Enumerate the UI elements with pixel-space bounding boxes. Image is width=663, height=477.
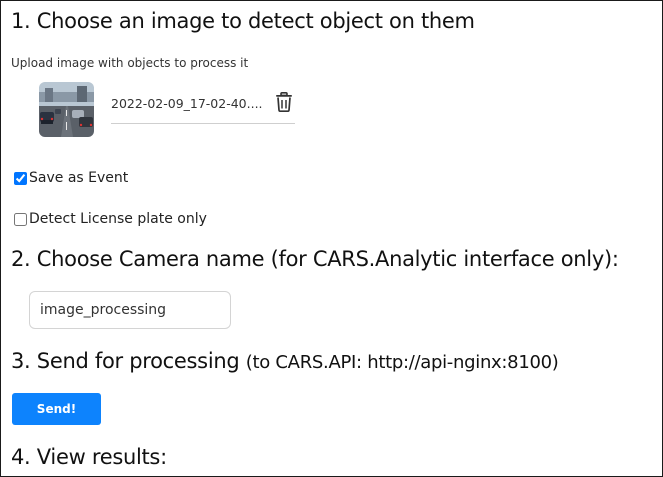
save-as-event-checkbox[interactable] bbox=[14, 171, 27, 185]
license-plate-only-option[interactable]: Detect License plate only bbox=[13, 211, 207, 227]
save-as-event-option[interactable]: Save as Event bbox=[13, 170, 128, 186]
camera-name-input[interactable] bbox=[29, 291, 231, 329]
step3-heading: 3. Send for processing (to CARS.API: htt… bbox=[11, 348, 559, 376]
step4-title: 4. View results: bbox=[11, 445, 167, 469]
image-thumbnail bbox=[39, 82, 94, 137]
send-button[interactable]: Send! bbox=[12, 393, 101, 425]
save-as-event-label: Save as Event bbox=[29, 170, 129, 186]
uploaded-file-row: 2022-02-09_17-02-40.... bbox=[111, 89, 295, 124]
api-endpoint-note: (to CARS.API: http://api-nginx:8100) bbox=[245, 352, 559, 373]
page-frame: 1. Choose an image to detect object on t… bbox=[0, 0, 663, 477]
uploaded-file-name: 2022-02-09_17-02-40.... bbox=[111, 96, 263, 111]
step3-title: 3. Send for processing bbox=[11, 349, 240, 373]
trash-icon[interactable] bbox=[275, 92, 295, 114]
upload-hint: Upload image with objects to process it bbox=[11, 56, 249, 70]
license-plate-only-checkbox[interactable] bbox=[14, 212, 27, 226]
step2-title: 2. Choose Camera name (for CARS.Analytic… bbox=[11, 247, 619, 271]
step1-title: 1. Choose an image to detect object on t… bbox=[11, 9, 475, 33]
license-plate-only-label: Detect License plate only bbox=[29, 211, 207, 227]
